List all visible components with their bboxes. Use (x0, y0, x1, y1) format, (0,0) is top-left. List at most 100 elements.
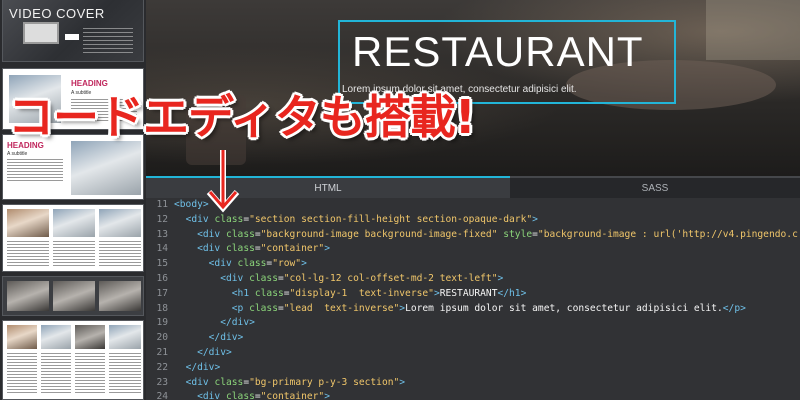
thumb-button-graphic (65, 34, 79, 40)
code-line[interactable]: 11 <body> (146, 198, 800, 213)
code-attr-value: "row" (272, 258, 302, 270)
code-tag: </div> (208, 332, 244, 344)
line-number: 19 (156, 317, 168, 329)
code-end-tag: </p> (722, 302, 746, 314)
code-text: Lorem ipsum dolor sit amet, consectetur … (405, 302, 723, 314)
thumb-text-lines (7, 353, 37, 393)
template-thumb-dark-gallery[interactable] (2, 276, 144, 316)
line-number: 21 (156, 346, 168, 358)
hero-title: RESTAURANT (352, 28, 644, 75)
code-attr-name: style (497, 228, 533, 240)
tab-html[interactable]: HTML (146, 176, 510, 198)
template-thumb-video-cover[interactable]: VIDEO COVER (2, 0, 144, 62)
thumb-photo (99, 281, 141, 311)
code-editor[interactable]: 11 <body> 12 <div class="section section-f… (146, 198, 800, 400)
code-tag: <div (185, 213, 209, 225)
code-line[interactable]: 19 </div> (146, 316, 800, 331)
code-attr-value: "background-image background-image-fixed… (260, 228, 498, 240)
thumb-photo (53, 281, 95, 311)
thumb-text-lines (99, 241, 141, 267)
line-number: 18 (156, 302, 168, 314)
code-line[interactable]: 24 <div class="container"> (146, 390, 800, 400)
code-attr-name: class (231, 258, 267, 270)
template-label: VIDEO COVER (9, 6, 105, 21)
code-line[interactable]: 14 <div class="container"> (146, 242, 800, 257)
code-line[interactable]: 21 </div> (146, 346, 800, 361)
thumb-photo (75, 325, 105, 349)
line-number: 24 (156, 391, 168, 400)
thumb-text-lines (41, 353, 71, 393)
code-line[interactable]: 16 <div class="col-lg-12 col-offset-md-2… (146, 272, 800, 287)
thumb-photo (71, 141, 141, 195)
code-attr-value: "container" (260, 243, 325, 255)
background-window (706, 0, 800, 60)
thumb-photo (53, 209, 95, 237)
code-line[interactable]: 13 <div class="background-image backgrou… (146, 228, 800, 243)
thumb-subtitle: A subtitle (7, 151, 28, 157)
thumb-photo (7, 209, 49, 237)
line-number: 14 (156, 243, 168, 255)
code-tag: <div (197, 391, 221, 400)
code-attr-name: class (208, 376, 244, 388)
code-tag: <div (185, 376, 209, 388)
thumb-text-lines (7, 159, 63, 183)
code-tag: </div> (220, 317, 255, 329)
code-text: RESTAURANT (439, 287, 498, 299)
thumb-text-lines (75, 353, 105, 393)
code-line[interactable]: 12 <div class="section section-fill-heig… (146, 213, 800, 228)
thumb-photo (7, 281, 49, 311)
code-attr-value: "background-image : url('http://v4.pinge… (537, 228, 798, 240)
template-thumb-three-columns[interactable] (2, 204, 144, 272)
code-attr-value: "container" (260, 391, 325, 400)
down-arrow-icon (206, 150, 240, 213)
thumb-text-lines (109, 353, 141, 393)
code-attr-value: "col-lg-12 col-offset-md-2 text-left" (283, 272, 498, 284)
code-tag: <div (220, 272, 244, 284)
editor-tabs: HTML SASS (146, 176, 800, 198)
code-attr-name: class (220, 243, 255, 255)
code-line[interactable]: 18 <p class="lead text-inverse">Lorem ip… (146, 302, 800, 317)
code-tag: <div (197, 228, 221, 240)
code-line[interactable]: 20 </div> (146, 331, 800, 346)
promo-caption: コードエディタも搭載! (7, 89, 478, 146)
tab-sass[interactable]: SASS (510, 176, 800, 198)
code-line[interactable]: 15 <div class="row"> (146, 257, 800, 272)
line-number: 13 (156, 228, 168, 240)
code-tag-close: > (301, 258, 307, 270)
thumb-photo (7, 325, 37, 349)
line-number: 17 (156, 287, 168, 299)
code-line[interactable]: 22 </div> (146, 361, 800, 376)
code-line[interactable]: 23 <div class="bg-primary p-y-3 section"… (146, 376, 800, 391)
code-attr-value: "bg-primary p-y-3 section" (249, 376, 400, 388)
template-thumb-four-columns[interactable] (2, 320, 144, 400)
code-tag-close: > (532, 213, 538, 225)
code-attr-name: class (243, 272, 278, 284)
line-number: 15 (156, 258, 168, 270)
code-attr-name: class (243, 302, 278, 314)
code-tag-close: > (399, 376, 406, 388)
thumb-text-lines (53, 241, 95, 267)
line-number: 23 (156, 376, 168, 388)
line-number: 20 (156, 332, 168, 344)
code-attr-name: class (220, 228, 255, 240)
code-tag: <h1 (231, 287, 250, 299)
code-attr-value: "display-1 text-inverse" (289, 287, 434, 299)
code-end-tag: </h1> (497, 287, 527, 299)
code-tag: <div (197, 243, 221, 255)
line-number: 16 (156, 272, 168, 284)
code-tag: <p (231, 302, 244, 314)
thumb-photo (41, 325, 71, 349)
code-attr-value: "section section-fill-height section-opa… (249, 213, 533, 225)
code-attr-name: class (208, 213, 244, 225)
code-line[interactable]: 17 <h1 class="display-1 text-inverse">RE… (146, 287, 800, 302)
